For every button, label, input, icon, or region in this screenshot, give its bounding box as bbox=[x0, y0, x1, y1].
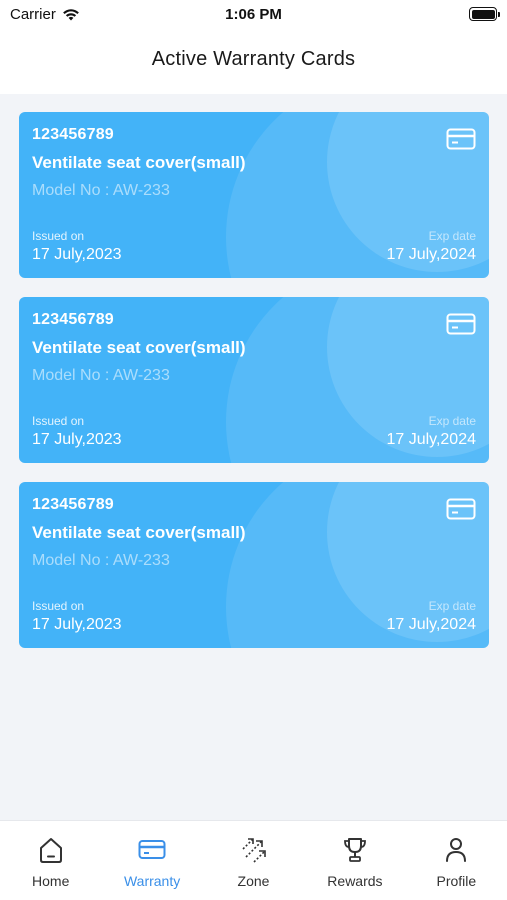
model-number: Model No : AW-233 bbox=[32, 552, 170, 569]
tab-zone-label: Zone bbox=[237, 873, 270, 889]
model-number: Model No : AW-233 bbox=[32, 367, 170, 384]
exp-date: 17 July,2024 bbox=[386, 246, 476, 263]
exp-label: Exp date bbox=[428, 414, 476, 428]
tab-home[interactable]: Home bbox=[0, 821, 101, 900]
tab-zone[interactable]: Zone bbox=[203, 821, 304, 900]
tab-profile-label: Profile bbox=[436, 873, 477, 889]
product-name: Ventilate seat cover(small) bbox=[32, 338, 246, 357]
exp-label: Exp date bbox=[428, 599, 476, 613]
profile-icon bbox=[446, 838, 467, 862]
exp-label: Exp date bbox=[428, 229, 476, 243]
tab-profile[interactable]: Profile bbox=[406, 821, 507, 900]
issued-date: 17 July,2023 bbox=[32, 431, 122, 448]
tab-warranty-label: Warranty bbox=[123, 873, 181, 889]
model-number: Model No : AW-233 bbox=[32, 182, 170, 199]
issued-label: Issued on bbox=[32, 599, 85, 613]
card-number: 123456789 bbox=[32, 126, 114, 143]
credit-card-icon bbox=[446, 498, 476, 520]
warranty-card[interactable]: 123456789 Ventilate seat cover(small) Mo… bbox=[19, 297, 489, 463]
exp-date: 17 July,2024 bbox=[386, 431, 476, 448]
issued-label: Issued on bbox=[32, 414, 85, 428]
bottom-tab-bar: Home Warranty Zone Rewards Profile bbox=[0, 820, 507, 900]
issued-label: Issued on bbox=[32, 229, 85, 243]
tab-rewards-label: Rewards bbox=[327, 873, 383, 889]
status-time: 1:06 PM bbox=[225, 6, 282, 23]
issued-date: 17 July,2023 bbox=[32, 616, 122, 633]
product-name: Ventilate seat cover(small) bbox=[32, 523, 246, 542]
warranty-card[interactable]: 123456789 Ventilate seat cover(small) Mo… bbox=[19, 112, 489, 278]
credit-card-icon bbox=[446, 128, 476, 150]
tab-warranty[interactable]: Warranty bbox=[101, 821, 202, 900]
status-bar: Carrier 1:06 PM bbox=[0, 0, 507, 30]
page-title: Active Warranty Cards bbox=[151, 48, 356, 70]
warranty-card[interactable]: 123456789 Ventilate seat cover(small) Mo… bbox=[19, 482, 489, 648]
home-icon bbox=[39, 838, 62, 863]
navigation-header: Active Warranty Cards bbox=[0, 30, 507, 94]
warranty-card-list: 123456789 Ventilate seat cover(small) Mo… bbox=[19, 112, 489, 667]
exp-date: 17 July,2024 bbox=[386, 616, 476, 633]
tab-home-label: Home bbox=[32, 873, 70, 889]
zone-arrows-icon bbox=[241, 838, 266, 863]
issued-date: 17 July,2023 bbox=[32, 246, 122, 263]
card-number: 123456789 bbox=[32, 311, 114, 328]
trophy-icon bbox=[344, 838, 366, 862]
product-name: Ventilate seat cover(small) bbox=[32, 153, 246, 172]
credit-card-icon bbox=[138, 840, 166, 859]
tab-rewards[interactable]: Rewards bbox=[304, 821, 405, 900]
battery-icon bbox=[469, 7, 500, 21]
credit-card-icon bbox=[446, 313, 476, 335]
card-number: 123456789 bbox=[32, 496, 114, 513]
